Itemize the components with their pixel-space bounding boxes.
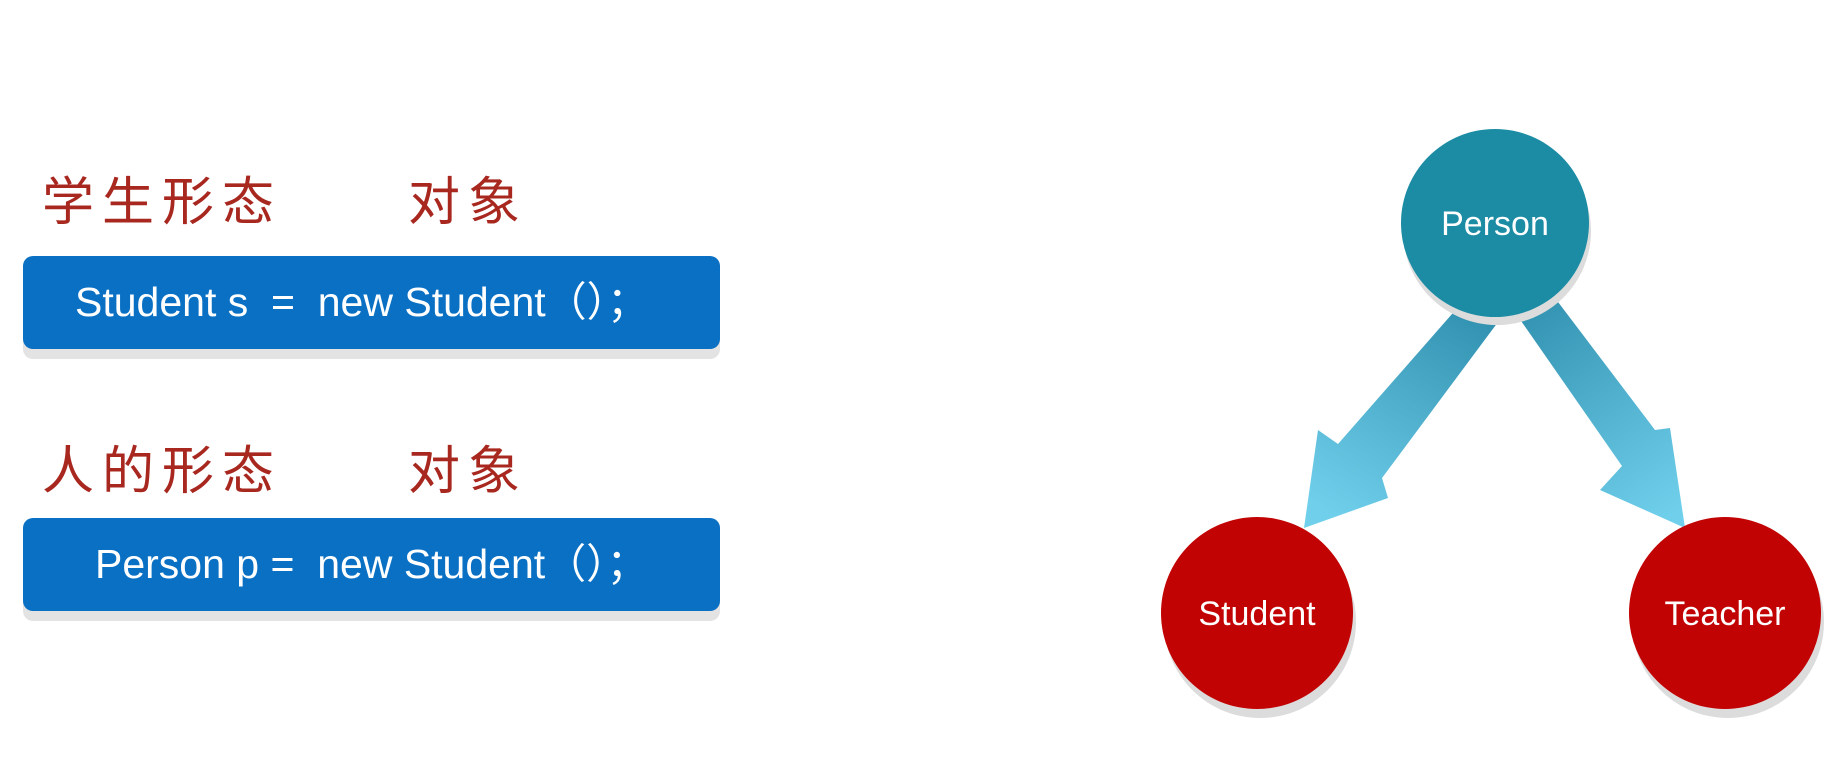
node-student-label: Student — [1198, 595, 1316, 633]
arrow-person-to-teacher — [1519, 298, 1685, 528]
node-student: Student — [1161, 517, 1356, 718]
node-teacher: Teacher — [1629, 517, 1824, 718]
class-hierarchy-diagram: Person Student Teacher — [1161, 129, 1824, 718]
arrow-person-to-student — [1304, 298, 1501, 528]
node-teacher-label: Teacher — [1665, 595, 1786, 633]
node-person-label: Person — [1441, 205, 1549, 243]
node-person: Person — [1401, 129, 1591, 325]
